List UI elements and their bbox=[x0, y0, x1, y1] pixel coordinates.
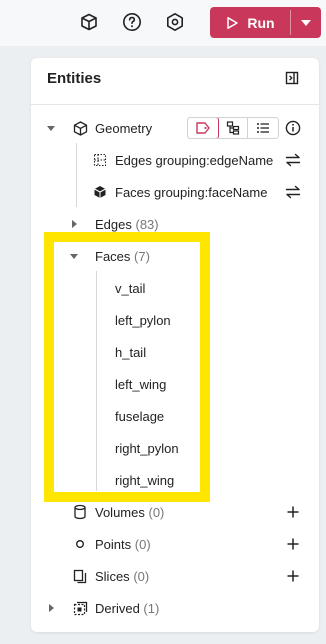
add-volume-icon[interactable] bbox=[285, 504, 301, 520]
edges-grid-icon bbox=[92, 152, 108, 168]
tree-row-faces[interactable]: Faces (7) bbox=[31, 242, 319, 270]
point-icon bbox=[72, 536, 88, 552]
volumes-label: Volumes (0) bbox=[95, 504, 165, 520]
geometry-label: Geometry bbox=[95, 120, 153, 136]
volumes-count: (0) bbox=[148, 504, 165, 520]
add-slice-icon[interactable] bbox=[285, 568, 301, 584]
faces-grouping-label: Faces grouping:faceName bbox=[115, 184, 268, 200]
slices-count: (0) bbox=[133, 568, 150, 584]
list-view-button[interactable] bbox=[248, 118, 278, 138]
edges-label: Edges (83) bbox=[95, 216, 159, 232]
face-item[interactable]: right_pylon bbox=[31, 434, 319, 462]
hierarchy-icon bbox=[226, 121, 239, 135]
settings-hex-icon[interactable] bbox=[163, 10, 187, 34]
expand-caret-icon[interactable] bbox=[69, 219, 79, 229]
slices-icon bbox=[72, 568, 88, 584]
edges-count: (83) bbox=[135, 216, 159, 232]
help-icon[interactable] bbox=[120, 10, 144, 34]
faces-label: Faces (7) bbox=[95, 248, 150, 264]
edges-grouping-label: Edges grouping:edgeName bbox=[115, 152, 274, 168]
run-dropdown-button[interactable] bbox=[291, 7, 321, 38]
run-button[interactable]: Run bbox=[210, 7, 290, 38]
face-item[interactable]: fuselage bbox=[31, 402, 319, 430]
derived-label: Derived (1) bbox=[95, 600, 160, 616]
tag-icon bbox=[196, 122, 210, 134]
derived-count: (1) bbox=[143, 600, 160, 616]
faces-count: (7) bbox=[134, 248, 150, 264]
tree-row-points[interactable]: Points (0) bbox=[31, 530, 319, 558]
tree-row-volumes[interactable]: Volumes (0) bbox=[31, 498, 319, 526]
points-label: Points (0) bbox=[95, 536, 151, 552]
tree-row-faces-grouping[interactable]: Faces grouping:faceName bbox=[31, 178, 319, 206]
cube-icon[interactable] bbox=[77, 10, 101, 34]
tag-view-button[interactable] bbox=[188, 118, 219, 138]
entities-panel: Entities Geometry Edges grouping:edgeNam… bbox=[31, 58, 319, 632]
points-count: (0) bbox=[134, 536, 151, 552]
tree-row-edges[interactable]: Edges (83) bbox=[31, 210, 319, 238]
tree-row-edges-grouping[interactable]: Edges grouping:edgeName bbox=[31, 146, 319, 174]
panel-divider bbox=[31, 104, 319, 105]
play-icon bbox=[227, 16, 239, 29]
derived-icon bbox=[72, 600, 88, 616]
info-icon[interactable] bbox=[285, 120, 301, 136]
geometry-cube-icon bbox=[72, 120, 88, 136]
face-item[interactable]: left_wing bbox=[31, 370, 319, 398]
collapse-panel-icon[interactable] bbox=[285, 71, 301, 87]
tree-view-button[interactable] bbox=[218, 118, 249, 138]
panel-title: Entities bbox=[47, 70, 102, 87]
slices-label: Slices (0) bbox=[95, 568, 150, 584]
face-item[interactable]: left_pylon bbox=[31, 306, 319, 334]
run-label: Run bbox=[247, 14, 275, 31]
swap-icon[interactable] bbox=[285, 184, 301, 200]
tree-row-derived[interactable]: Derived (1) bbox=[31, 594, 319, 622]
add-point-icon[interactable] bbox=[285, 536, 301, 552]
top-toolbar: Run bbox=[0, 0, 326, 46]
run-button-group: Run bbox=[210, 7, 321, 38]
cylinder-icon bbox=[72, 504, 88, 520]
faces-cube-icon bbox=[92, 184, 108, 200]
expand-caret-icon[interactable] bbox=[46, 603, 56, 613]
chevron-down-icon bbox=[301, 19, 311, 26]
face-item[interactable]: h_tail bbox=[31, 338, 319, 366]
tree-row-slices[interactable]: Slices (0) bbox=[31, 562, 319, 590]
geometry-view-toggle bbox=[187, 117, 279, 139]
expand-caret-icon[interactable] bbox=[46, 123, 56, 133]
face-item[interactable]: v_tail bbox=[31, 274, 319, 302]
swap-icon[interactable] bbox=[285, 152, 301, 168]
face-item[interactable]: right_wing bbox=[31, 466, 319, 494]
list-icon bbox=[257, 123, 270, 133]
collapse-caret-icon[interactable] bbox=[69, 251, 79, 261]
